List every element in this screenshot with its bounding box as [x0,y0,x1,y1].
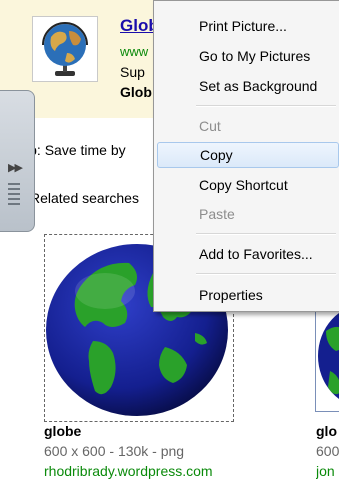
image-result-title[interactable]: globe [44,423,81,439]
image-result-site[interactable]: rhodribrady.wordpress.com [44,463,213,479]
context-menu: Print Picture... Go to My Pictures Set a… [153,0,339,312]
ad-thumbnail[interactable] [32,16,98,82]
image-result-title[interactable]: glo [316,423,339,439]
menu-item-copy-shortcut[interactable]: Copy Shortcut [157,172,339,198]
menu-item-cut[interactable]: Cut [157,113,339,139]
menu-item-properties[interactable]: Properties [157,282,339,308]
tip-text: Tip: Save time by [18,142,126,158]
menu-separator [196,233,336,235]
desk-globe-icon [42,22,88,76]
related-searches-label: Related searches [30,190,139,206]
menu-item-paste[interactable]: Paste [157,201,339,227]
grip-handle-icon [8,183,20,207]
menu-item-go-to-my-pictures[interactable]: Go to My Pictures [157,43,339,69]
menu-item-copy[interactable]: Copy [157,142,339,168]
menu-separator [196,273,336,275]
menu-item-print-picture[interactable]: Print Picture... [157,13,339,39]
menu-item-add-to-favorites[interactable]: Add to Favorites... [157,241,339,267]
image-result-site[interactable]: jon [316,463,339,479]
expand-chevron-icon: ▶▶ [8,162,23,174]
menu-item-set-as-background[interactable]: Set as Background [157,73,339,99]
menu-separator [196,105,336,107]
side-panel-tab[interactable]: ▶▶ [0,90,35,232]
image-result-meta: 600 x 600 - 130k - png [44,443,185,459]
image-result-frame[interactable] [315,300,339,412]
image-result-meta: 600 [316,443,339,459]
globe-image [318,313,339,399]
